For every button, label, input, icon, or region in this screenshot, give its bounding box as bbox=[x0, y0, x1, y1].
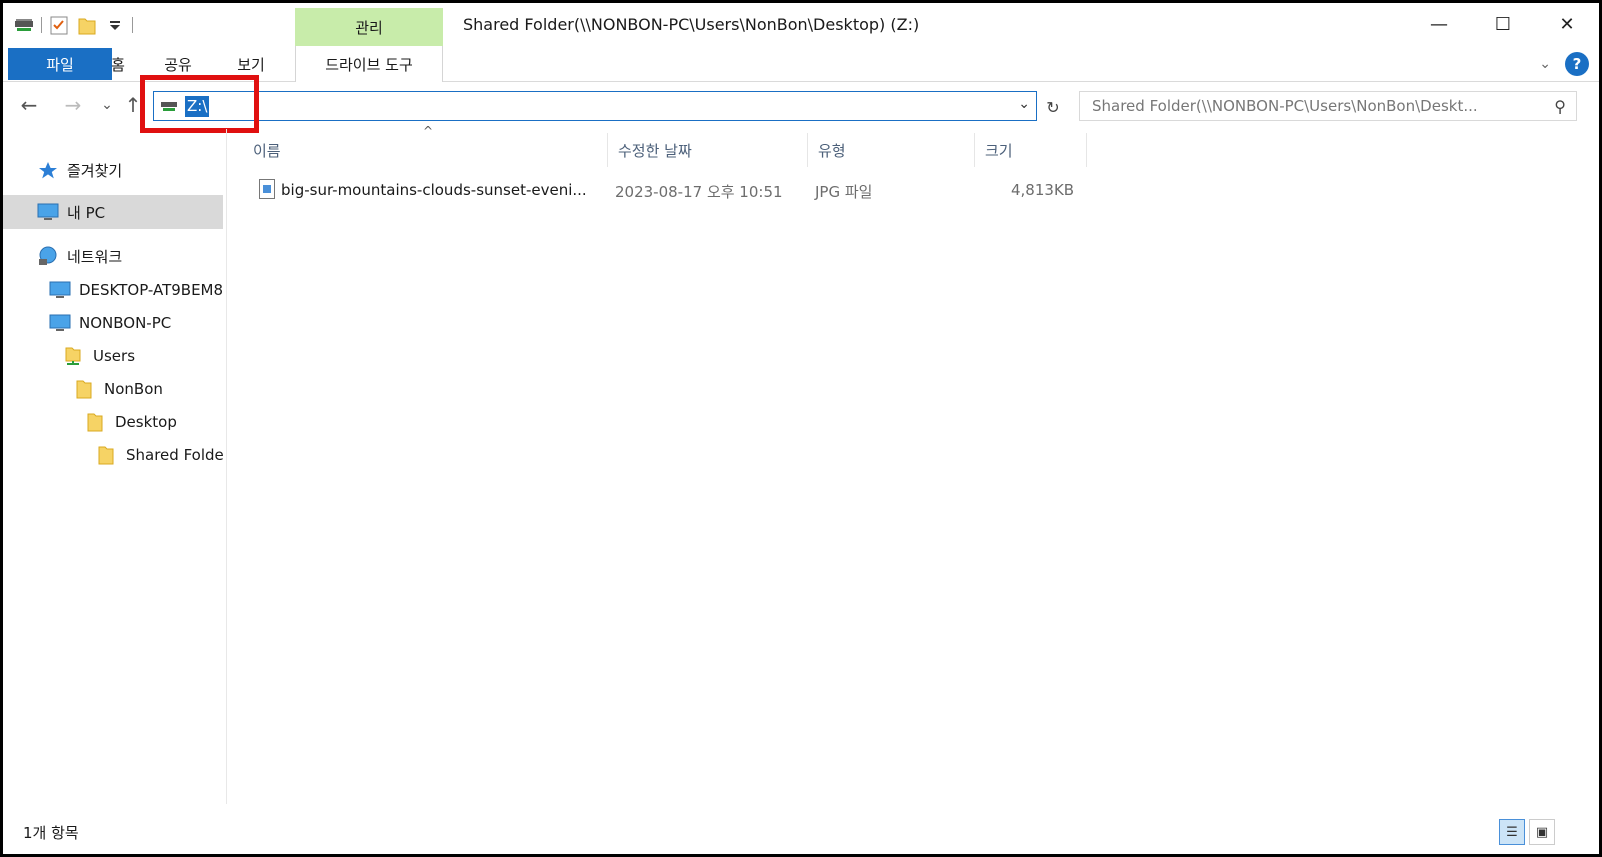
image-file-icon bbox=[259, 179, 275, 199]
toolbar-separator bbox=[132, 17, 133, 33]
maximize-button[interactable]: ☐ bbox=[1471, 3, 1535, 46]
properties-icon[interactable] bbox=[48, 14, 70, 36]
sidebar-item-label: NonBon bbox=[104, 380, 163, 398]
drive-icon[interactable] bbox=[13, 14, 35, 36]
folder-icon bbox=[85, 412, 107, 432]
search-input[interactable]: Shared Folder(\\NONBON-PC\Users\NonBon\D… bbox=[1079, 91, 1577, 121]
minimize-button[interactable]: — bbox=[1407, 3, 1471, 46]
tab-drive-tools[interactable]: 드라이브 도구 bbox=[295, 46, 443, 82]
file-name: big-sur-mountains-clouds-sunset-eveni... bbox=[281, 181, 587, 199]
computer-icon bbox=[49, 280, 71, 300]
tab-home[interactable]: 홈 bbox=[98, 48, 138, 80]
column-header-type[interactable]: 유형 bbox=[808, 133, 975, 167]
customize-toolbar-icon[interactable] bbox=[104, 14, 126, 36]
file-type: JPG 파일 bbox=[815, 183, 873, 201]
star-icon bbox=[37, 160, 59, 180]
ribbon-right-controls: ⌄ ? bbox=[1539, 52, 1589, 76]
status-bar: 1개 항목 ☰ ▣ bbox=[3, 804, 1599, 854]
shared-folder-icon bbox=[63, 346, 85, 366]
sidebar-item-label: Desktop bbox=[115, 413, 177, 431]
quick-access-toolbar bbox=[13, 13, 133, 37]
chevron-down-icon[interactable]: ⌄ bbox=[1018, 96, 1030, 112]
recent-locations-button[interactable]: ⌄ bbox=[93, 91, 121, 119]
sidebar-item-nonbon-pc[interactable]: NONBON-PC bbox=[49, 306, 223, 340]
search-icon: ⚲ bbox=[1554, 97, 1566, 116]
network-icon bbox=[37, 246, 59, 266]
file-modified: 2023-08-17 오후 10:51 bbox=[615, 183, 783, 201]
highlight-annotation-box bbox=[140, 75, 259, 133]
explorer-window: 관리 Shared Folder(\\NONBON-PC\Users\NonBo… bbox=[3, 3, 1599, 854]
sidebar-item-network[interactable]: 네트워크 bbox=[37, 239, 217, 273]
chevron-down-icon[interactable]: ⌄ bbox=[1539, 56, 1551, 72]
folder-icon bbox=[74, 379, 96, 399]
forward-button[interactable]: → bbox=[59, 91, 87, 119]
sidebar-item-label: 즐겨찾기 bbox=[67, 161, 123, 180]
file-row[interactable]: big-sur-mountains-clouds-sunset-eveni...… bbox=[253, 175, 1093, 207]
sidebar-item-desktop-pc[interactable]: DESKTOP-AT9BEM8 bbox=[49, 273, 223, 307]
details-view-icon[interactable]: ☰ bbox=[1499, 819, 1525, 845]
sidebar-item-label: Shared Folder bbox=[126, 446, 223, 464]
sidebar-item-this-pc[interactable]: 내 PC bbox=[3, 195, 223, 229]
sidebar-item-nonbon[interactable]: NonBon bbox=[74, 372, 223, 406]
navigation-pane: 즐겨찾기 내 PC 네트워크 DESKTOP-AT9BEM8 NONBON-PC… bbox=[3, 129, 227, 804]
sidebar-item-favorites[interactable]: 즐겨찾기 bbox=[37, 153, 217, 187]
search-placeholder: Shared Folder(\\NONBON-PC\Users\NonBon\D… bbox=[1092, 97, 1478, 115]
sidebar-item-shared-folder[interactable]: Shared Folder bbox=[96, 438, 223, 472]
toolbar-separator bbox=[41, 17, 42, 33]
close-button[interactable]: ✕ bbox=[1535, 3, 1599, 46]
sidebar-item-label: NONBON-PC bbox=[79, 314, 172, 332]
folder-icon bbox=[96, 445, 118, 465]
tab-file[interactable]: 파일 bbox=[8, 48, 112, 80]
sidebar-item-label: Users bbox=[93, 347, 136, 365]
address-bar[interactable]: Z:\ ⌄ bbox=[153, 91, 1037, 121]
refresh-icon[interactable]: ↻ bbox=[1041, 95, 1065, 119]
new-folder-icon[interactable] bbox=[76, 14, 98, 36]
sidebar-item-desktop[interactable]: Desktop bbox=[85, 405, 223, 439]
computer-icon bbox=[49, 313, 71, 333]
help-icon[interactable]: ? bbox=[1565, 52, 1589, 76]
context-tab-label: 관리 bbox=[295, 8, 443, 46]
file-size: 4,813KB bbox=[1011, 181, 1075, 199]
column-header-size[interactable]: 크기 bbox=[975, 133, 1087, 167]
column-header-modified[interactable]: 수정한 날짜 bbox=[608, 133, 808, 167]
column-header-name[interactable]: 이름 bbox=[243, 133, 608, 167]
sidebar-item-label: 네트워크 bbox=[67, 247, 123, 266]
computer-icon bbox=[37, 202, 59, 222]
back-button[interactable]: ← bbox=[15, 91, 43, 119]
sidebar-item-users[interactable]: Users bbox=[63, 339, 223, 373]
title-bar: 관리 Shared Folder(\\NONBON-PC\Users\NonBo… bbox=[3, 3, 1599, 46]
sidebar-item-label: DESKTOP-AT9BEM8 bbox=[79, 281, 223, 299]
item-count: 1개 항목 bbox=[23, 824, 79, 842]
window-title: Shared Folder(\\NONBON-PC\Users\NonBon\D… bbox=[463, 15, 920, 34]
window-controls: — ☐ ✕ bbox=[1407, 3, 1599, 46]
large-icons-view-icon[interactable]: ▣ bbox=[1529, 819, 1555, 845]
sidebar-item-label: 내 PC bbox=[67, 203, 106, 222]
